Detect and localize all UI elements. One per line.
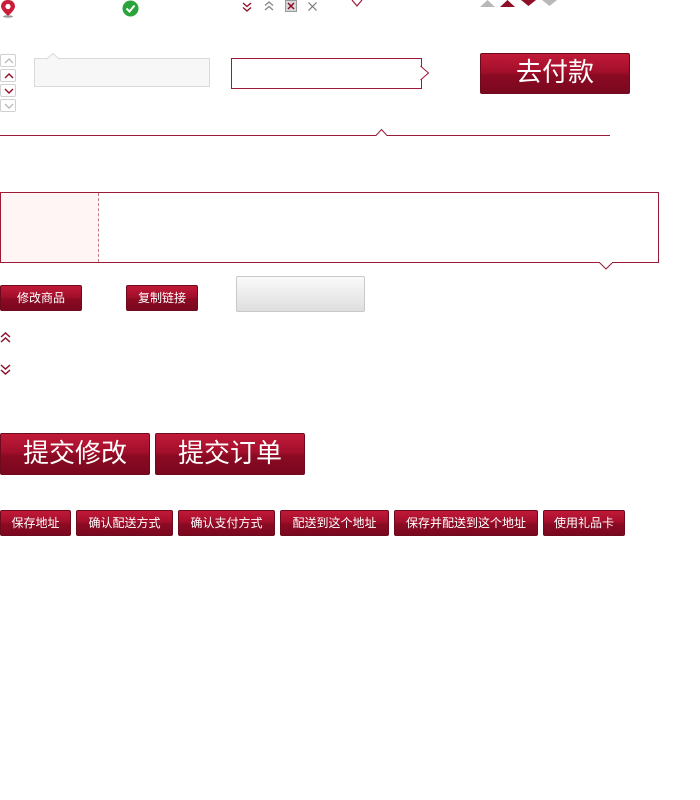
save-address-button[interactable]: 保存地址 (0, 510, 71, 536)
location-pin-icon (1, 0, 15, 18)
triangle-up-red-icon (500, 0, 515, 7)
input-pointer-right (420, 65, 430, 81)
double-chevron-down-icon[interactable] (241, 1, 253, 13)
message-box-pointer (599, 262, 613, 270)
triangle-up-grey-icon (480, 0, 495, 7)
input-notch (46, 53, 60, 60)
double-chevron-up-icon[interactable] (263, 0, 275, 12)
stepper-up-red[interactable] (0, 69, 16, 82)
check-circle-icon (122, 0, 139, 17)
disabled-input[interactable] (34, 58, 210, 87)
stepper-down-red[interactable] (0, 84, 16, 97)
diamond-grey-icon (542, 0, 557, 6)
chevron-down-icon (351, 0, 363, 7)
pay-button[interactable]: 去付款 (480, 53, 630, 94)
diamond-red-icon (521, 0, 536, 6)
submit-order-button[interactable]: 提交订单 (155, 433, 305, 475)
stepper-down-grey[interactable] (0, 99, 16, 112)
grey-blank-button[interactable] (236, 276, 365, 312)
close-icon[interactable] (307, 1, 318, 12)
submit-changes-button[interactable]: 提交修改 (0, 433, 150, 475)
confirm-payment-button[interactable]: 确认支付方式 (178, 510, 275, 536)
expand-up-icon[interactable] (0, 332, 11, 344)
message-box-label-area (1, 193, 99, 262)
close-box-icon[interactable] (285, 0, 297, 12)
confirm-delivery-button[interactable]: 确认配送方式 (76, 510, 173, 536)
expand-down-icon[interactable] (0, 363, 11, 375)
ship-to-address-button[interactable]: 配送到这个地址 (280, 510, 389, 536)
modify-product-button[interactable]: 修改商品 (0, 285, 82, 311)
stepper-up-grey[interactable] (0, 54, 16, 67)
message-box[interactable] (0, 192, 659, 263)
use-gift-card-button[interactable]: 使用礼品卡 (543, 510, 625, 536)
text-input-highlight[interactable] (231, 58, 422, 89)
copy-link-button[interactable]: 复制链接 (126, 285, 198, 311)
save-and-ship-button[interactable]: 保存并配送到这个地址 (394, 510, 538, 536)
divider-with-notch (0, 128, 610, 136)
